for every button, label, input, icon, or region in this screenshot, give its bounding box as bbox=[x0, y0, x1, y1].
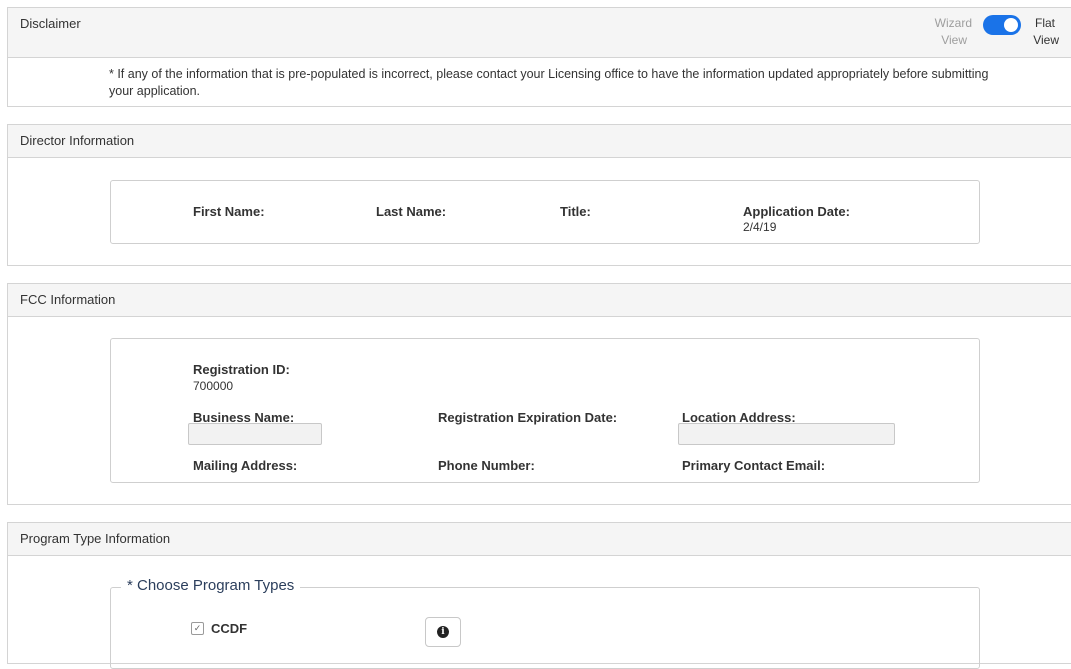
registration-id-label: Registration ID: bbox=[193, 362, 290, 377]
application-date-label: Application Date: bbox=[743, 204, 850, 219]
registration-expiration-label: Registration Expiration Date: bbox=[438, 410, 618, 425]
director-card: First Name: Last Name: Title: Applicatio… bbox=[110, 180, 980, 244]
fcc-card: Registration ID: 700000 Business Name: R… bbox=[110, 338, 980, 483]
director-header: Director Information bbox=[8, 125, 1071, 158]
program-types-legend: * Choose Program Types bbox=[121, 577, 301, 594]
program-option-ccdf[interactable]: ✓ CCDF bbox=[191, 621, 311, 637]
fcc-title: FCC Information bbox=[20, 292, 116, 307]
flat-view-label[interactable]: Flat View bbox=[1025, 15, 1059, 49]
disclaimer-text: * If any of the information that is pre-… bbox=[109, 67, 989, 98]
info-circle-icon: i bbox=[437, 626, 449, 638]
disclaimer-header: Disclaimer bbox=[8, 8, 1071, 58]
toggle-knob bbox=[1004, 18, 1018, 32]
registration-id-value: 700000 bbox=[193, 379, 234, 393]
fcc-header: FCC Information bbox=[8, 284, 1071, 317]
first-name-label: First Name: bbox=[193, 204, 265, 219]
program-types-fieldset: * Choose Program Types ✓ CCDF i bbox=[110, 577, 980, 669]
disclaimer-panel: Disclaimer * If any of the information t… bbox=[7, 7, 1071, 107]
location-address-field bbox=[678, 423, 895, 445]
title-label: Title: bbox=[560, 204, 591, 219]
primary-contact-email-label: Primary Contact Email: bbox=[682, 458, 826, 473]
ccdf-info-button[interactable]: i bbox=[425, 617, 461, 647]
fcc-panel: FCC Information Registration ID: 700000 … bbox=[7, 283, 1071, 505]
view-toggle-switch[interactable] bbox=[983, 15, 1021, 35]
program-panel: Program Type Information * Choose Progra… bbox=[7, 522, 1071, 669]
phone-number-label: Phone Number: bbox=[438, 458, 535, 473]
disclaimer-title: Disclaimer bbox=[20, 16, 81, 31]
application-date-value: 2/4/19 bbox=[743, 220, 777, 234]
last-name-label: Last Name: bbox=[376, 204, 447, 219]
director-panel: Director Information First Name: Last Na… bbox=[7, 124, 1071, 266]
program-title: Program Type Information bbox=[20, 531, 171, 546]
ccdf-label: CCDF bbox=[211, 621, 248, 636]
business-name-field bbox=[188, 423, 322, 445]
director-title: Director Information bbox=[20, 133, 135, 148]
ccdf-checkbox[interactable]: ✓ bbox=[191, 622, 204, 635]
program-header: Program Type Information bbox=[8, 523, 1071, 556]
wizard-view-label[interactable]: Wizard View bbox=[920, 15, 972, 49]
mailing-address-label: Mailing Address: bbox=[193, 458, 298, 473]
